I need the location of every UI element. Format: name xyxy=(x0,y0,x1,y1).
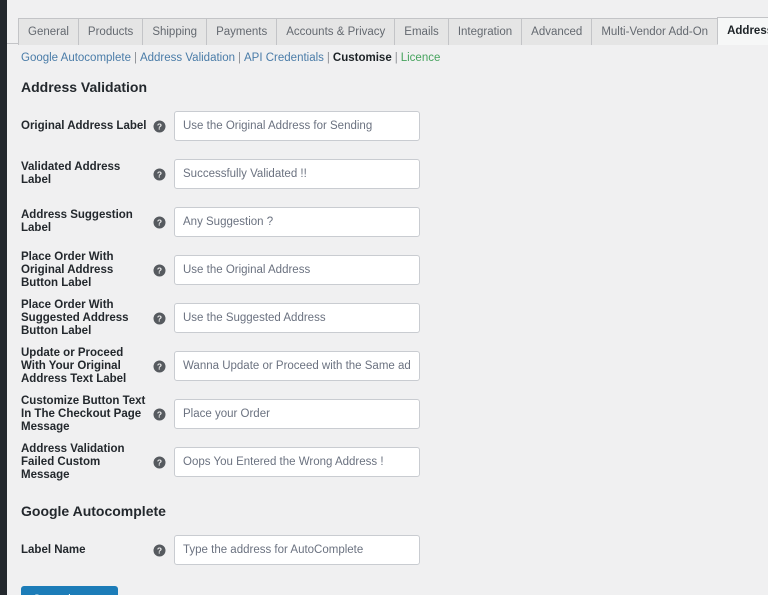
help-icon[interactable]: ? xyxy=(152,407,166,421)
tab-products[interactable]: Products xyxy=(78,18,143,45)
field-row: Place Order With Suggested Address Butto… xyxy=(21,300,768,336)
field-group-address-validation: Original Address Label?Validated Address… xyxy=(21,108,768,480)
tab-integration[interactable]: Integration xyxy=(448,18,522,45)
svg-text:?: ? xyxy=(156,545,161,555)
help-icon[interactable]: ? xyxy=(152,263,166,277)
subnav-separator: | xyxy=(392,52,401,64)
subnav-link-google-autocomplete[interactable]: Google Autocomplete xyxy=(21,52,131,64)
input-address-validation-failed-custom-message[interactable] xyxy=(174,447,420,477)
field-row: Update or Proceed With Your Original Add… xyxy=(21,348,768,384)
sub-navigation: Google Autocomplete|Address Validation|A… xyxy=(7,44,768,64)
svg-text:?: ? xyxy=(156,265,161,275)
input-address-suggestion-label[interactable] xyxy=(174,207,420,237)
field-label-label-name: Label Name xyxy=(21,544,152,557)
svg-text:?: ? xyxy=(156,409,161,419)
field-row: Address Validation Failed Custom Message… xyxy=(21,444,768,480)
save-button[interactable]: Save changes xyxy=(21,586,118,595)
svg-text:?: ? xyxy=(156,361,161,371)
field-label-validated-address-label: Validated Address Label xyxy=(21,161,152,187)
subnav-link-address-validation[interactable]: Address Validation xyxy=(140,52,235,64)
field-row: Customize Button Text In The Checkout Pa… xyxy=(21,396,768,432)
input-customize-button-text-in-the-checkout-page-message[interactable] xyxy=(174,399,420,429)
field-label-customize-button-text-in-the-checkout-page-message: Customize Button Text In The Checkout Pa… xyxy=(21,395,152,434)
svg-text:?: ? xyxy=(156,457,161,467)
field-label-original-address-label: Original Address Label xyxy=(21,120,152,133)
tab-payments[interactable]: Payments xyxy=(206,18,277,45)
field-row: Original Address Label? xyxy=(21,108,768,144)
input-place-order-with-suggested-address-button-label[interactable] xyxy=(174,303,420,333)
tab-multi-vendor-add-on[interactable]: Multi-Vendor Add-On xyxy=(591,18,718,45)
page-title: Address Validation xyxy=(21,78,768,96)
field-row: Validated Address Label? xyxy=(21,156,768,192)
input-label-name[interactable] xyxy=(174,535,420,565)
help-icon[interactable]: ? xyxy=(152,359,166,373)
help-icon[interactable]: ? xyxy=(152,455,166,469)
settings-form: Address Validation Original Address Labe… xyxy=(7,78,768,595)
field-row: Label Name? xyxy=(21,532,768,568)
subnav-separator: | xyxy=(235,52,244,64)
svg-text:?: ? xyxy=(156,121,161,131)
svg-text:?: ? xyxy=(156,217,161,227)
settings-page: GeneralProductsShippingPaymentsAccounts … xyxy=(7,0,768,595)
field-label-place-order-with-original-address-button-label: Place Order With Original Address Button… xyxy=(21,251,152,290)
tab-shipping[interactable]: Shipping xyxy=(142,18,207,45)
field-row: Place Order With Original Address Button… xyxy=(21,252,768,288)
field-label-place-order-with-suggested-address-button-label: Place Order With Suggested Address Butto… xyxy=(21,299,152,338)
help-icon[interactable]: ? xyxy=(152,119,166,133)
input-place-order-with-original-address-button-label[interactable] xyxy=(174,255,420,285)
subnav-link-customise[interactable]: Customise xyxy=(333,52,392,64)
field-label-update-or-proceed-with-your-original-address-text-label: Update or Proceed With Your Original Add… xyxy=(21,347,152,386)
subnav-link-licence[interactable]: Licence xyxy=(401,52,441,64)
admin-menu-rail xyxy=(0,0,7,595)
svg-text:?: ? xyxy=(156,169,161,179)
help-icon[interactable]: ? xyxy=(152,215,166,229)
input-update-or-proceed-with-your-original-address-text-label[interactable] xyxy=(174,351,420,381)
section-google-autocomplete: Google Autocomplete Label Name? xyxy=(21,502,768,568)
subnav-separator: | xyxy=(324,52,333,64)
subnav-separator: | xyxy=(131,52,140,64)
save-row: Save changes xyxy=(21,586,768,595)
field-row: Address Suggestion Label? xyxy=(21,204,768,240)
section-address-validation: Address Validation Original Address Labe… xyxy=(21,78,768,480)
help-icon[interactable]: ? xyxy=(152,311,166,325)
tab-advanced[interactable]: Advanced xyxy=(521,18,592,45)
field-label-address-validation-failed-custom-message: Address Validation Failed Custom Message xyxy=(21,443,152,482)
field-label-address-suggestion-label: Address Suggestion Label xyxy=(21,209,152,235)
help-icon[interactable]: ? xyxy=(152,167,166,181)
input-original-address-label[interactable] xyxy=(174,111,420,141)
field-group-google-autocomplete: Label Name? xyxy=(21,532,768,568)
tab-address-validation-autocomplete[interactable]: Address Validation & Autocomplete xyxy=(717,17,768,45)
section-heading-google-autocomplete: Google Autocomplete xyxy=(21,502,768,520)
settings-tab-bar: GeneralProductsShippingPaymentsAccounts … xyxy=(7,16,768,44)
tab-emails[interactable]: Emails xyxy=(394,18,449,45)
tab-general[interactable]: General xyxy=(18,18,79,45)
help-icon[interactable]: ? xyxy=(152,543,166,557)
svg-text:?: ? xyxy=(156,313,161,323)
tab-accounts-privacy[interactable]: Accounts & Privacy xyxy=(276,18,395,45)
input-validated-address-label[interactable] xyxy=(174,159,420,189)
subnav-link-api-credentials[interactable]: API Credentials xyxy=(244,52,324,64)
